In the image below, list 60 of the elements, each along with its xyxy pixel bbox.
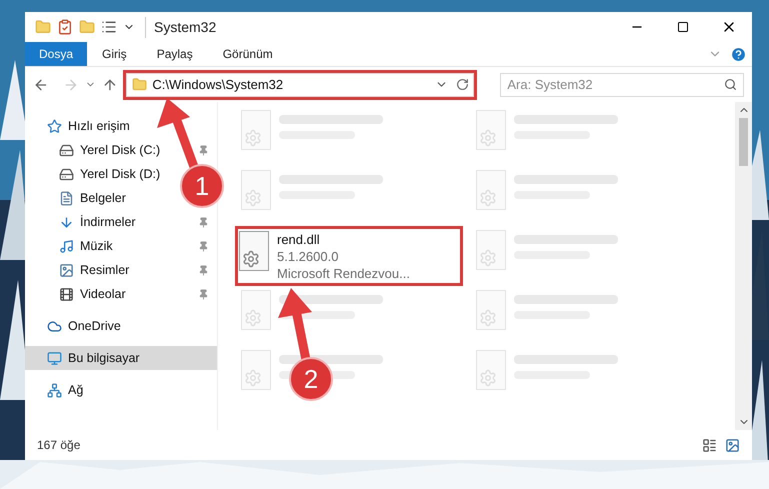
file-detail: 5.1.2600.0 <box>277 248 338 265</box>
maximize-icon <box>677 21 689 33</box>
nav-icon <box>59 238 74 254</box>
file-icon <box>241 290 271 330</box>
help-icon[interactable] <box>730 46 747 62</box>
pin-icon[interactable] <box>198 216 209 228</box>
window-title: System32 <box>145 16 216 38</box>
ribbon-tab[interactable]: Görünüm <box>208 42 288 66</box>
file-name[interactable]: rend.dll <box>277 231 320 248</box>
ribbon-tab[interactable]: Giriş <box>87 42 142 66</box>
scrollbar[interactable] <box>735 102 752 430</box>
nav-item[interactable]: Videolar <box>80 284 126 304</box>
nav-item[interactable]: Müzik <box>80 236 113 256</box>
nav-icon <box>59 142 74 158</box>
back-icon[interactable] <box>33 76 49 92</box>
list-icon[interactable] <box>101 19 117 35</box>
nav-item[interactable]: OneDrive <box>68 316 121 336</box>
nav-item[interactable]: Hızlı erişim <box>68 116 130 136</box>
item-count: 167 öğe <box>37 437 80 454</box>
scrollbar-thumb[interactable] <box>739 118 748 166</box>
nav-item[interactable]: İndirmeler <box>80 212 136 232</box>
file-icon <box>241 350 271 390</box>
search-icon <box>724 78 737 91</box>
nav-item[interactable]: Resimler <box>80 260 130 280</box>
nav-icon <box>59 262 74 278</box>
file-icon <box>476 230 506 270</box>
nav-icon <box>59 286 74 302</box>
file-icon <box>241 170 271 210</box>
properties-icon[interactable] <box>57 19 73 35</box>
refresh-icon[interactable] <box>456 78 470 91</box>
nav-item[interactable]: Yerel Disk (C:) <box>80 140 160 160</box>
file-icon <box>476 110 506 150</box>
file-icon <box>476 350 506 390</box>
pin-icon[interactable] <box>198 264 209 276</box>
up-icon[interactable] <box>102 76 118 92</box>
pin-icon[interactable] <box>198 144 209 156</box>
file-icon <box>239 231 269 271</box>
nav-icon <box>47 382 62 398</box>
details-view-icon[interactable] <box>702 438 717 452</box>
file-icon <box>476 290 506 330</box>
nav-icon <box>47 318 62 334</box>
nav-icon <box>59 166 74 182</box>
address-path: C:\Windows\System32 <box>152 76 284 94</box>
pin-icon[interactable] <box>198 288 209 300</box>
nav-icon <box>47 350 62 366</box>
nav-icon <box>59 214 74 230</box>
pin-icon[interactable] <box>198 240 209 252</box>
file-icon <box>476 170 506 210</box>
address-field[interactable]: C:\Windows\System32 <box>126 72 474 96</box>
nav-icon <box>59 190 74 206</box>
nav-item[interactable]: Belgeler <box>80 188 126 208</box>
nav-item[interactable]: Yerel Disk (D:) <box>80 164 160 184</box>
folder-icon <box>132 77 148 92</box>
file-menu-button[interactable]: Dosya <box>25 42 88 66</box>
file-detail: Microsoft Rendezvou... <box>277 265 410 282</box>
nav-item[interactable]: Ağ <box>68 380 84 400</box>
nav-icon <box>47 118 62 134</box>
ribbon-tab[interactable]: Paylaş <box>142 42 208 66</box>
tiles-view-icon[interactable] <box>725 438 740 452</box>
file-icon <box>241 110 271 150</box>
